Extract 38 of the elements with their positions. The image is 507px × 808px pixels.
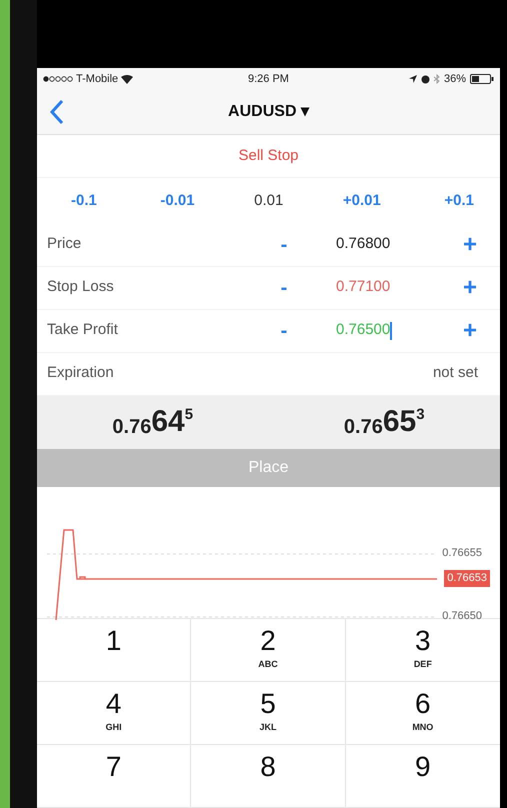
axis-tick-label: 0.76655 xyxy=(442,546,482,562)
field-label: Expiration xyxy=(47,363,115,384)
increment-button[interactable]: + xyxy=(458,226,482,263)
increment-button[interactable]: + xyxy=(458,270,482,306)
status-time: 9:26 PM xyxy=(247,72,290,88)
back-icon[interactable] xyxy=(49,99,65,126)
symbol-selector[interactable]: AUDUSD ▾ xyxy=(228,100,309,124)
keypad-key[interactable]: 4 GHI xyxy=(37,682,192,746)
keypad-key[interactable]: 1 xyxy=(37,619,192,682)
volume-step-button[interactable]: -0.1 xyxy=(67,190,101,212)
keypad-key[interactable]: 8 xyxy=(191,745,346,808)
wifi-icon xyxy=(121,74,134,84)
location-icon xyxy=(408,75,417,84)
keypad-key[interactable]: 7 xyxy=(37,745,192,808)
field-value[interactable]: not set xyxy=(432,362,482,385)
order-type[interactable]: Sell Stop xyxy=(238,144,299,168)
decrement-button[interactable]: - xyxy=(272,272,296,303)
value-field[interactable]: 0.76500 xyxy=(336,319,436,342)
increment-button[interactable]: + xyxy=(458,312,482,349)
keypad-key[interactable]: 2 ABC xyxy=(191,619,346,682)
decrement-button[interactable]: - xyxy=(272,316,296,346)
field-label: Stop Loss xyxy=(47,277,115,298)
keypad-key[interactable]: 5 JKL xyxy=(191,682,346,746)
carrier-name: T-Mobile xyxy=(76,72,118,88)
field-label: Price xyxy=(47,234,82,254)
signal-dots-icon xyxy=(43,76,73,82)
bluetooth-icon xyxy=(434,74,440,84)
volume-value: 0.01 xyxy=(254,190,284,211)
decrement-button[interactable]: - xyxy=(272,230,296,260)
volume-step-button[interactable]: -0.01 xyxy=(156,190,199,212)
value-field[interactable]: 0.76800 xyxy=(336,233,436,256)
battery-icon xyxy=(470,74,494,84)
current-price-label: 0.76653 xyxy=(444,570,490,587)
value-field[interactable]: 0.77100 xyxy=(336,276,436,299)
volume-step-button[interactable]: +0.01 xyxy=(338,190,385,212)
field-label: Take Profit xyxy=(47,320,119,340)
battery-percent: 36% xyxy=(444,72,466,88)
volume-step-button[interactable]: +0.1 xyxy=(440,190,478,212)
